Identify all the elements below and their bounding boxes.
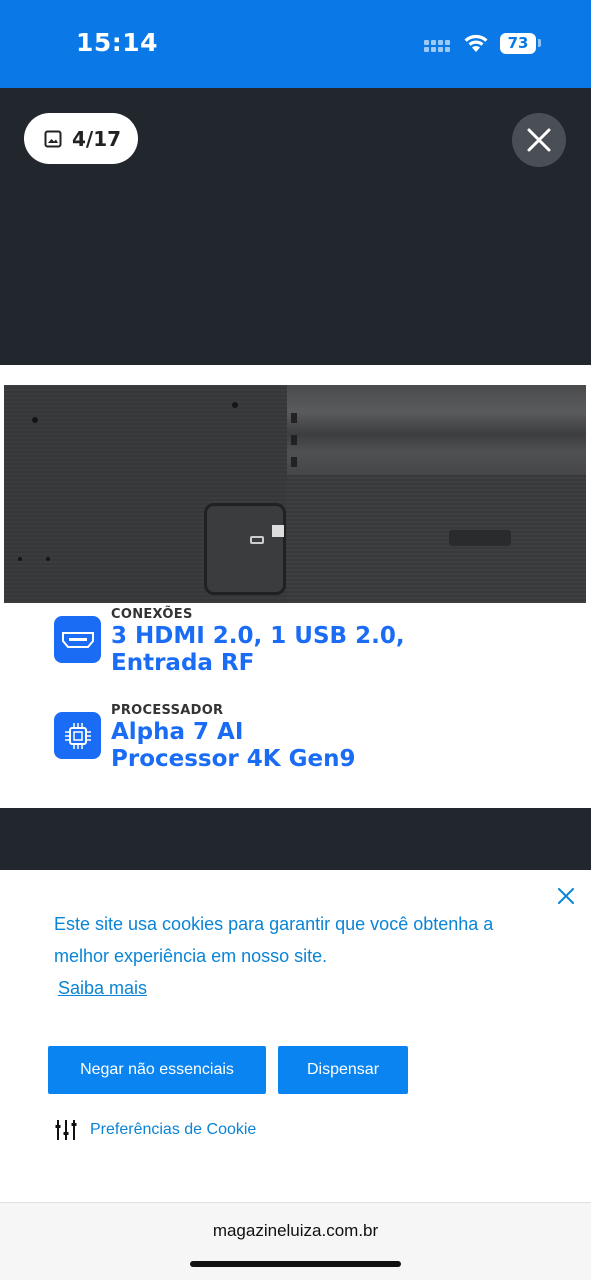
image-icon xyxy=(44,130,62,147)
processor-chip-icon xyxy=(54,712,101,759)
dismiss-button[interactable]: Dispensar xyxy=(278,1046,408,1094)
image-counter: 4/17 xyxy=(24,113,138,164)
home-indicator xyxy=(190,1261,401,1267)
close-gallery-button[interactable] xyxy=(512,113,566,167)
tv-back-photo xyxy=(4,385,586,603)
cookie-banner: Este site usa cookies para garantir que … xyxy=(0,870,591,1202)
sliders-icon xyxy=(55,1120,77,1140)
learn-more-link[interactable]: Saiba mais xyxy=(58,978,147,999)
feature-label: CONEXÕES xyxy=(111,607,193,622)
image-counter-text: 4/17 xyxy=(72,126,122,151)
cookie-preferences-link[interactable]: Preferências de Cookie xyxy=(54,1118,256,1142)
cookie-message: Este site usa cookies para garantir que … xyxy=(54,914,494,966)
gallery-slide[interactable]: CONEXÕES 3 HDMI 2.0, 1 USB 2.0, Entrada … xyxy=(0,365,591,808)
browser-address-bar[interactable]: magazineluiza.com.br xyxy=(0,1202,591,1280)
close-icon[interactable] xyxy=(556,886,576,906)
wifi-icon xyxy=(464,34,488,52)
hdmi-icon xyxy=(54,616,101,663)
deny-nonessential-button[interactable]: Negar não essenciais xyxy=(48,1046,266,1094)
feature-value-line2: Entrada RF xyxy=(111,650,255,676)
cellular-signal-icon xyxy=(424,40,454,52)
battery-indicator: 73 xyxy=(500,33,536,54)
feature-processor: PROCESSADOR Alpha 7 AI Processor 4K Gen9 xyxy=(54,703,355,772)
feature-value-line1: Alpha 7 AI xyxy=(111,719,244,745)
url-text[interactable]: magazineluiza.com.br xyxy=(0,1221,591,1241)
status-time: 15:14 xyxy=(76,28,159,57)
close-icon xyxy=(527,128,551,152)
status-bar: 15:14 73 xyxy=(0,0,591,88)
feature-value-line2: Processor 4K Gen9 xyxy=(111,746,356,772)
image-gallery-viewer: 4/17 CONEXÕES 3 HDMI 2.0, 1 USB 2.0, Ent… xyxy=(0,88,591,870)
feature-connections: CONEXÕES 3 HDMI 2.0, 1 USB 2.0, Entrada … xyxy=(54,607,405,676)
feature-label: PROCESSADOR xyxy=(111,703,224,718)
battery-tip xyxy=(538,39,541,47)
cookie-preferences-label: Preferências de Cookie xyxy=(90,1121,257,1138)
feature-value-line1: 3 HDMI 2.0, 1 USB 2.0, xyxy=(111,623,405,649)
